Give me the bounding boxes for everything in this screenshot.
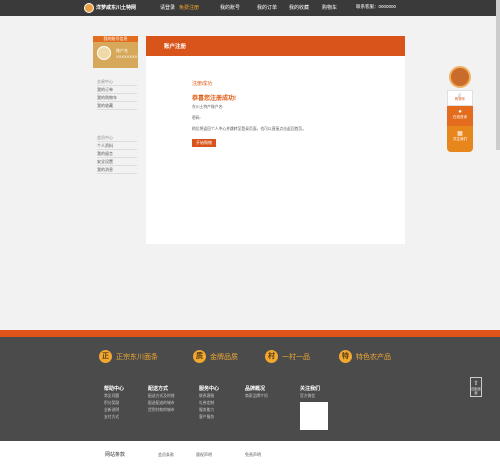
arrow-up-icon: ⇧ — [473, 381, 479, 387]
float-service-button[interactable]: ● 在线咨询 — [447, 106, 473, 126]
start-shopping-button[interactable]: 开始购物 — [192, 139, 216, 147]
promo-icon-2: 质 — [193, 350, 206, 363]
sidebar-item-security[interactable]: 安全设置 — [97, 158, 137, 166]
float-qr-button[interactable]: ▦ 关注我们 — [447, 126, 473, 152]
footer-link[interactable]: 常见问题 — [104, 394, 119, 399]
login-link[interactable]: 请登录 — [160, 4, 175, 11]
redirect-hint: 稍后将返回个人中心并跳转至登录页面，也可以直接点击返回首页。 — [192, 127, 306, 131]
footer-link[interactable]: 积分奖励 — [104, 401, 119, 406]
footer-link[interactable]: 礼券定制 — [199, 401, 214, 406]
terms-title: 网站条款 — [105, 452, 126, 458]
footer-link[interactable]: 官方微信 — [300, 394, 315, 399]
qr-code-image — [300, 402, 328, 430]
promo-text-2: 金牌品质 — [210, 354, 238, 361]
site-logo[interactable] — [84, 3, 94, 13]
footer-link[interactable]: 服务能力 — [199, 408, 214, 413]
footer-col-service-title: 服务中心 — [199, 386, 220, 392]
member-terms-link[interactable]: 会员条款 — [158, 452, 174, 458]
float-cart-button[interactable]: 🛒 购物车 — [447, 90, 473, 106]
sidebar-item-orders[interactable]: 我的订单 — [97, 86, 137, 94]
hotline: 联系客服：0000000 — [356, 4, 397, 9]
qr-mini-icon: ▦ — [457, 131, 463, 137]
promo-icon-1: 正 — [99, 350, 112, 363]
footer-link[interactable]: 货到付款的城市 — [148, 408, 175, 413]
back-to-top-button[interactable]: ⇧ 回到顶部 — [470, 377, 482, 397]
top-bar — [0, 0, 500, 16]
password-line: 密码: — [192, 116, 201, 120]
user-id: XXXXXXXX — [116, 54, 138, 59]
sidebar-item-notices[interactable]: 我的消息 — [97, 166, 137, 174]
float-cart-label: 购物车 — [454, 97, 466, 101]
sidebar-group-member: 会员中心 — [97, 134, 137, 142]
mascot-icon[interactable] — [449, 66, 471, 88]
footer-stripe — [0, 330, 500, 337]
footer-link[interactable]: 支付方式 — [104, 415, 119, 420]
footer-col-brand-title: 品牌概况 — [245, 386, 266, 392]
account-line: 东川土特产账户名: — [192, 105, 224, 109]
footer-link[interactable]: 配送配送的城市 — [148, 401, 175, 406]
promo-text-1: 正宗东川面条 — [116, 354, 158, 361]
avatar — [97, 46, 111, 60]
my-account-link[interactable]: 我的账号 — [220, 4, 240, 11]
cart-link[interactable]: 购物车 — [322, 4, 337, 11]
sidebar-group-trade: 交易中心 — [97, 78, 137, 86]
sidebar-item-profile[interactable]: 个人资料 — [97, 142, 137, 150]
back-to-top-label: 回到顶部 — [471, 387, 481, 395]
footer-link[interactable]: 全新说明 — [104, 408, 119, 413]
footer-link[interactable]: 商家品牌介绍 — [245, 394, 268, 399]
footer-col-follow-title: 关注我们 — [300, 386, 321, 392]
promo-text-3: 一村一品 — [282, 354, 310, 361]
promo-text-4: 特色农产品 — [356, 354, 391, 361]
sidebar-item-favorites[interactable]: 我的收藏 — [97, 102, 137, 110]
my-orders-link[interactable]: 我的订单 — [257, 4, 277, 11]
footer-col-delivery-title: 配送方式 — [148, 386, 169, 392]
site-name[interactable]: 洋梦咸东川土特网 — [96, 4, 136, 11]
sidebar-item-cart[interactable]: 我的购物车 — [97, 94, 137, 102]
scrollbar[interactable] — [496, 0, 500, 150]
copyright-link[interactable]: 版权声明 — [196, 452, 212, 458]
my-favorites-link[interactable]: 我的收藏 — [289, 4, 309, 11]
footer-link[interactable]: 客户服务 — [199, 415, 214, 420]
page-title: 账户注册 — [164, 44, 187, 50]
promo-icon-4: 特 — [339, 350, 352, 363]
sidebar-item-messages[interactable]: 我的留言 — [97, 150, 137, 158]
footer-link[interactable]: 联系客服 — [199, 394, 214, 399]
footer-col-help-title: 帮助中心 — [104, 386, 125, 392]
status-text: 注册成功 — [192, 81, 213, 87]
float-qr-label: 关注我们 — [453, 137, 467, 141]
disclaimer-link[interactable]: 免责声明 — [245, 452, 261, 458]
footer-link[interactable]: 配送方式及时效 — [148, 394, 175, 399]
promo-icon-3: 村 — [265, 350, 278, 363]
register-link[interactable]: 免费注册 — [179, 4, 199, 11]
float-service-label: 在线咨询 — [453, 115, 467, 119]
success-headline: 恭喜您注册成功! — [192, 96, 236, 102]
main-panel — [146, 56, 405, 244]
